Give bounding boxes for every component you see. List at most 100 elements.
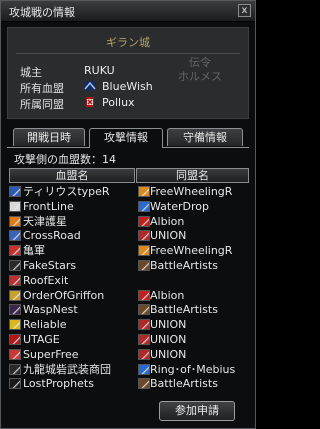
alliance-crest-icon (138, 363, 150, 375)
clan-name: UTAGE (23, 333, 60, 346)
clan-cell: WaspNest (9, 303, 137, 317)
clan-crest-icon (9, 215, 21, 227)
clan-cell: ティリウスtypeR (9, 185, 137, 199)
alliance-value: Pollux (84, 96, 135, 109)
clan-crest-icon (9, 289, 21, 301)
alliance-crest-icon (138, 186, 150, 197)
owning-clan-label: 所有血盟 (20, 82, 64, 95)
alliance-name: BattleArtists (150, 377, 218, 391)
clan-name: RoofExit (23, 273, 69, 287)
watermark-line-1: 伝令 (189, 56, 211, 69)
alliance-cell: UNION (138, 318, 248, 332)
alliance-crest-icon (84, 97, 96, 107)
clan-cell: FrontLine (9, 200, 137, 214)
clan-name: Reliable (23, 318, 67, 332)
alliance-name: WaterDrop (150, 199, 209, 213)
alliance-cell: FreeWheelingR (138, 244, 248, 258)
clan-name: LostProphets (23, 377, 94, 391)
table-row[interactable]: Reliable UNION (9, 318, 249, 332)
herald-watermark: 伝令 ホルメス (178, 56, 222, 84)
tab-attack-info[interactable]: 攻撃情報 (89, 128, 163, 148)
clan-crest-icon (9, 200, 21, 212)
table-row[interactable]: 天津護星 Albion (9, 215, 249, 229)
clan-crest-icon (9, 363, 21, 375)
alliance-crest-icon (138, 230, 150, 242)
castle-name: ギラン城 (106, 36, 150, 49)
clan-name: 九龍城砦武装商団 (23, 362, 111, 376)
clan-cell: RoofExit (9, 274, 137, 288)
owning-clan-name: BlueWish (102, 80, 153, 93)
apply-participate-button[interactable]: 参加申請 (159, 401, 235, 421)
clan-crest-icon (9, 274, 21, 286)
clan-crest-icon (9, 186, 21, 197)
table-row[interactable]: SuperFree UNION (9, 348, 249, 362)
clan-name: ティリウスtypeR (23, 185, 110, 198)
clan-cell: FakeStars (9, 259, 137, 273)
alliance-name: UNION (150, 347, 187, 361)
clan-crest-icon (9, 230, 21, 242)
alliance-cell (138, 274, 248, 288)
clan-crest-icon (9, 319, 21, 331)
table-row[interactable]: RoofExit (9, 274, 249, 288)
attacker-count: 攻撃側の血盟数：14 (14, 153, 116, 166)
clan-name: OrderOfGriffon (23, 288, 105, 302)
clan-crest-icon (9, 260, 21, 271)
alliance-crest-icon (138, 200, 150, 212)
table-row[interactable]: LostProphets BattleArtists (9, 377, 249, 391)
clan-cell: CrossRoad (9, 229, 137, 243)
alliance-name: FreeWheelingR (150, 185, 233, 198)
clan-crest-icon (9, 378, 21, 390)
alliance-crest-icon (138, 289, 150, 301)
alliance-name: Albion (150, 288, 185, 302)
divider (16, 53, 240, 54)
clan-crest-icon (9, 304, 21, 316)
alliance-cell: WaterDrop (138, 200, 248, 214)
alliance-crest-icon (138, 378, 150, 390)
watermark-line-2: ホルメス (178, 70, 222, 83)
alliance-crest-icon (138, 260, 150, 271)
alliance-name: Ring･of･Mebius (150, 362, 236, 376)
alliance-name: BattleArtists (150, 259, 218, 272)
clan-cell: 天津護星 (9, 215, 137, 229)
clan-cell: LostProphets (9, 377, 137, 391)
clan-name: FrontLine (23, 199, 74, 213)
alliance-name: Pollux (102, 96, 135, 109)
close-button[interactable]: x (238, 4, 251, 17)
column-header-alliance[interactable]: 同盟名 (136, 168, 249, 183)
alliance-name: UNION (150, 318, 187, 332)
alliance-cell: FreeWheelingR (138, 185, 248, 199)
alliance-name: Albion (150, 214, 185, 228)
clan-cell: Reliable (9, 318, 137, 332)
table-row[interactable]: FrontLine WaterDrop (9, 200, 249, 214)
tab-war-schedule[interactable]: 開戦日時 (13, 128, 85, 146)
alliance-name: BattleArtists (150, 303, 218, 317)
table-row[interactable]: FakeStars BattleArtists (9, 259, 249, 273)
title-bar[interactable]: 攻城戦の情報 x (1, 1, 255, 22)
alliance-name: FreeWheelingR (150, 244, 233, 258)
clan-crest-icon (9, 245, 21, 257)
alliance-crest-icon (138, 348, 150, 360)
lord-value: RUKU (84, 64, 115, 77)
alliance-cell: BattleArtists (138, 303, 248, 317)
table-row[interactable]: 九龍城砦武装商団 Ring･of･Mebius (9, 363, 249, 377)
tab-defense-info[interactable]: 守備情報 (167, 128, 243, 146)
siege-info-window: 攻城戦の情報 x ギラン城 伝令 ホルメス 城主 RUKU 所有血盟 BlueW… (0, 0, 256, 429)
table-row[interactable]: ティリウスtypeR FreeWheelingR (9, 185, 249, 199)
clan-name: 天津護星 (23, 214, 67, 228)
column-header-clan[interactable]: 血盟名 (9, 168, 135, 183)
clan-cell: UTAGE (9, 333, 137, 347)
table-row[interactable]: OrderOfGriffon Albion (9, 289, 249, 303)
table-row[interactable]: UTAGE UNION (9, 333, 249, 347)
table-row[interactable]: WaspNest BattleArtists (9, 303, 249, 317)
castle-info-panel: ギラン城 伝令 ホルメス 城主 RUKU 所有血盟 BlueWish 所属同盟 … (7, 27, 249, 119)
clan-cell: 亀軍 (9, 244, 137, 258)
alliance-cell: Albion (138, 215, 248, 229)
clan-cell: 九龍城砦武装商団 (9, 363, 137, 377)
alliance-cell: BattleArtists (138, 377, 248, 391)
table-row[interactable]: CrossRoad UNION (9, 229, 249, 243)
table-row[interactable]: 亀軍 FreeWheelingR (9, 244, 249, 258)
alliance-name: UNION (150, 229, 187, 243)
alliance-crest-icon (138, 334, 150, 345)
clan-crest-icon (9, 348, 21, 360)
alliance-cell: Ring･of･Mebius (138, 363, 248, 377)
